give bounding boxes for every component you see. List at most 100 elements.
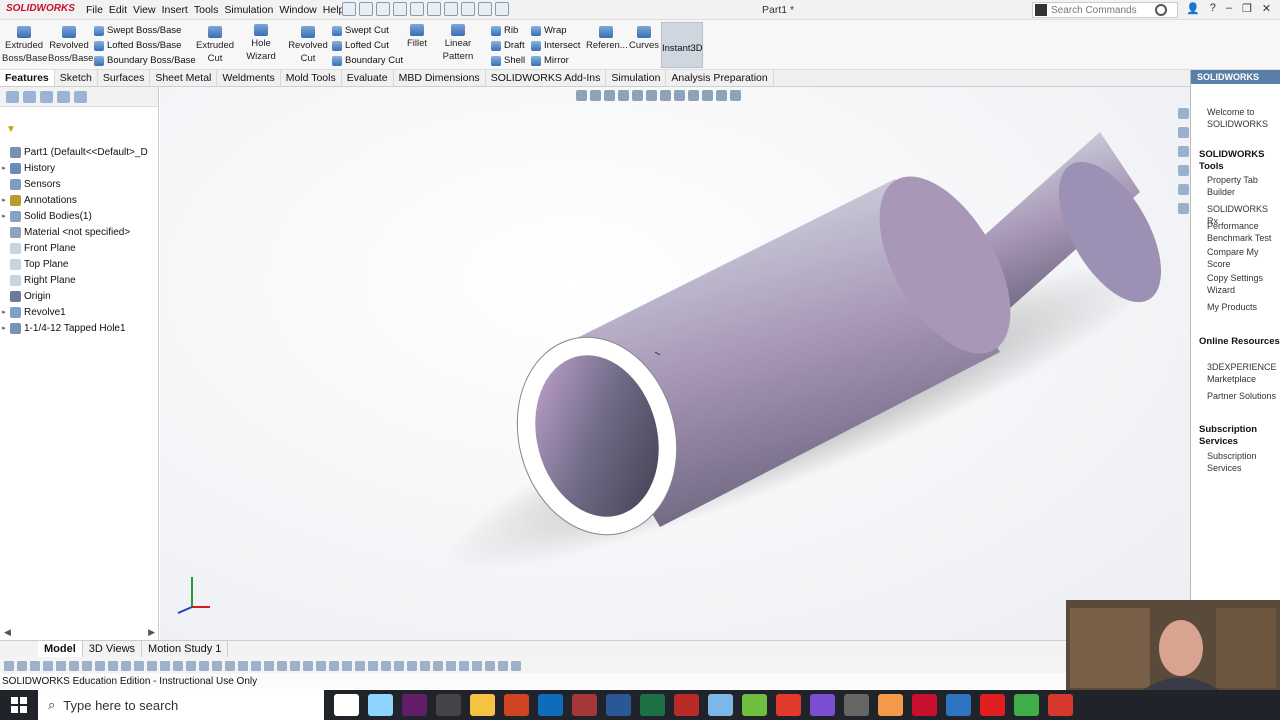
chamfer-icon[interactable]	[368, 660, 378, 671]
tab-model[interactable]: Model	[38, 641, 83, 657]
appearances-icon[interactable]	[1177, 184, 1189, 195]
user-icon[interactable]: 👤	[1186, 2, 1200, 15]
save-icon[interactable]	[393, 2, 407, 16]
hide-icon[interactable]	[134, 660, 144, 671]
tree-node[interactable]: Top Plane	[0, 256, 159, 272]
view-orientation-icon[interactable]	[646, 90, 657, 101]
search-input[interactable]	[1051, 4, 1155, 16]
help-icon[interactable]: ?	[1210, 2, 1216, 15]
plane-icon[interactable]	[264, 660, 274, 671]
expand-arrow-icon[interactable]: ▸	[0, 324, 8, 332]
settings-icon[interactable]	[173, 660, 183, 671]
rebuild-icon[interactable]	[461, 2, 475, 16]
apply-scene-icon[interactable]	[702, 90, 713, 101]
copy-settings-link[interactable]: Copy Settings Wizard	[1207, 272, 1279, 296]
slack-icon[interactable]	[402, 694, 427, 716]
resources-tab-icon[interactable]	[1177, 108, 1189, 119]
file-explorer-icon[interactable]	[470, 694, 495, 716]
restore-icon[interactable]: ❐	[1242, 2, 1252, 15]
relation-icon[interactable]	[251, 660, 261, 671]
scroll-right-icon[interactable]: ▶	[148, 627, 155, 639]
draft-button[interactable]: Draft	[491, 40, 525, 51]
lofted-boss-button[interactable]: Lofted Boss/Base	[94, 40, 181, 51]
tab-solidworks-add-ins[interactable]: SOLIDWORKS Add-Ins	[486, 70, 607, 86]
minecraft-icon[interactable]	[742, 694, 767, 716]
file-properties-icon[interactable]	[478, 2, 492, 16]
zoom-to-area-icon[interactable]	[590, 90, 601, 101]
rotate-icon[interactable]	[69, 660, 79, 671]
boundary-cut-button[interactable]: Boundary Cut	[332, 55, 403, 66]
tree-node[interactable]: ▸ History	[0, 160, 159, 176]
tab-evaluate[interactable]: Evaluate	[342, 70, 394, 86]
tasks-icon[interactable]	[776, 694, 801, 716]
welcome-link[interactable]: Welcome to SOLIDWORKS	[1207, 106, 1279, 130]
close-icon[interactable]: ✕	[1262, 2, 1271, 15]
tab-3d-views[interactable]: 3D Views	[83, 641, 143, 657]
display-manager-tab-icon[interactable]	[74, 91, 87, 103]
tree-node[interactable]: ▸ Revolve1	[0, 304, 159, 320]
box-select-icon[interactable]	[17, 660, 27, 671]
camtasia-icon[interactable]	[1014, 694, 1039, 716]
recorder-icon[interactable]	[1048, 694, 1073, 716]
new-icon[interactable]	[359, 2, 373, 16]
tab-features[interactable]: Features	[0, 70, 55, 86]
appearance-icon[interactable]	[147, 660, 157, 671]
linear-pattern-button[interactable]: Linear Pattern	[429, 24, 487, 63]
file-explorer-icon[interactable]	[1177, 146, 1189, 157]
design-library-icon[interactable]	[1177, 127, 1189, 138]
tree-scrollbar[interactable]: ◀ ▶	[0, 627, 159, 639]
tab-mold-tools[interactable]: Mold Tools	[281, 70, 342, 86]
property-tab-builder-link[interactable]: Property Tab Builder	[1207, 174, 1279, 198]
measure-icon[interactable]	[186, 660, 196, 671]
search-commands[interactable]	[1032, 2, 1178, 18]
hole-wizard-button[interactable]: Hole Wizard	[236, 24, 286, 63]
calculator-icon[interactable]	[436, 694, 461, 716]
rib-icon[interactable]	[394, 660, 404, 671]
mirror-button[interactable]: Mirror	[531, 55, 569, 66]
menu-file[interactable]: File	[86, 4, 103, 16]
menu-tools[interactable]: Tools	[194, 4, 219, 16]
tab-sheet-metal[interactable]: Sheet Metal	[150, 70, 218, 86]
shell-icon[interactable]	[381, 660, 391, 671]
menu-insert[interactable]: Insert	[162, 4, 188, 16]
dimension-icon[interactable]	[238, 660, 248, 671]
feature-manager-tab-icon[interactable]	[6, 91, 19, 103]
hide-show-items-icon[interactable]	[674, 90, 685, 101]
powerpoint-icon[interactable]	[504, 694, 529, 716]
flex-icon[interactable]	[472, 660, 482, 671]
swept-cut-button[interactable]: Swept Cut	[332, 25, 389, 36]
extruded-cut-button[interactable]: Extruded Cut	[196, 26, 234, 65]
chrome-icon[interactable]	[334, 694, 359, 716]
scale-icon[interactable]	[498, 660, 508, 671]
intersect-button[interactable]: Intersect	[531, 40, 580, 51]
revolved-boss-button[interactable]: Revolved Boss/Base	[48, 26, 93, 65]
open-icon[interactable]	[376, 2, 390, 16]
wrap-button[interactable]: Wrap	[531, 25, 567, 36]
section-view-icon[interactable]	[618, 90, 629, 101]
tab-mbd-dimensions[interactable]: MBD Dimensions	[394, 70, 486, 86]
excel-icon[interactable]	[640, 694, 665, 716]
edit-icon[interactable]	[708, 694, 733, 716]
scene-icon[interactable]	[160, 660, 170, 671]
options-icon[interactable]	[495, 2, 509, 16]
boundary-boss-button[interactable]: Boundary Boss/Base	[94, 55, 196, 66]
filter-icon[interactable]: ▼	[6, 124, 16, 135]
email-icon[interactable]	[946, 694, 971, 716]
dimxpert-tab-icon[interactable]	[57, 91, 70, 103]
tree-node[interactable]: Front Plane	[0, 240, 159, 256]
marketplace-link[interactable]: 3DEXPERIENCE Marketplace	[1207, 361, 1279, 385]
monitor-icon[interactable]	[730, 90, 741, 101]
expand-arrow-icon[interactable]: ▸	[0, 212, 8, 220]
display-icon[interactable]	[121, 660, 131, 671]
wrap-icon[interactable]	[446, 660, 456, 671]
word-icon[interactable]	[606, 694, 631, 716]
tab-simulation[interactable]: Simulation	[606, 70, 667, 86]
expand-arrow-icon[interactable]: ▸	[0, 308, 8, 316]
dynamic-annotation-icon[interactable]	[632, 90, 643, 101]
check-icon[interactable]	[212, 660, 222, 671]
files-icon[interactable]	[368, 694, 393, 716]
display-style-icon[interactable]	[660, 90, 671, 101]
previous-view-icon[interactable]	[604, 90, 615, 101]
windows-start-icon[interactable]	[0, 690, 38, 720]
hole-icon[interactable]	[420, 660, 430, 671]
